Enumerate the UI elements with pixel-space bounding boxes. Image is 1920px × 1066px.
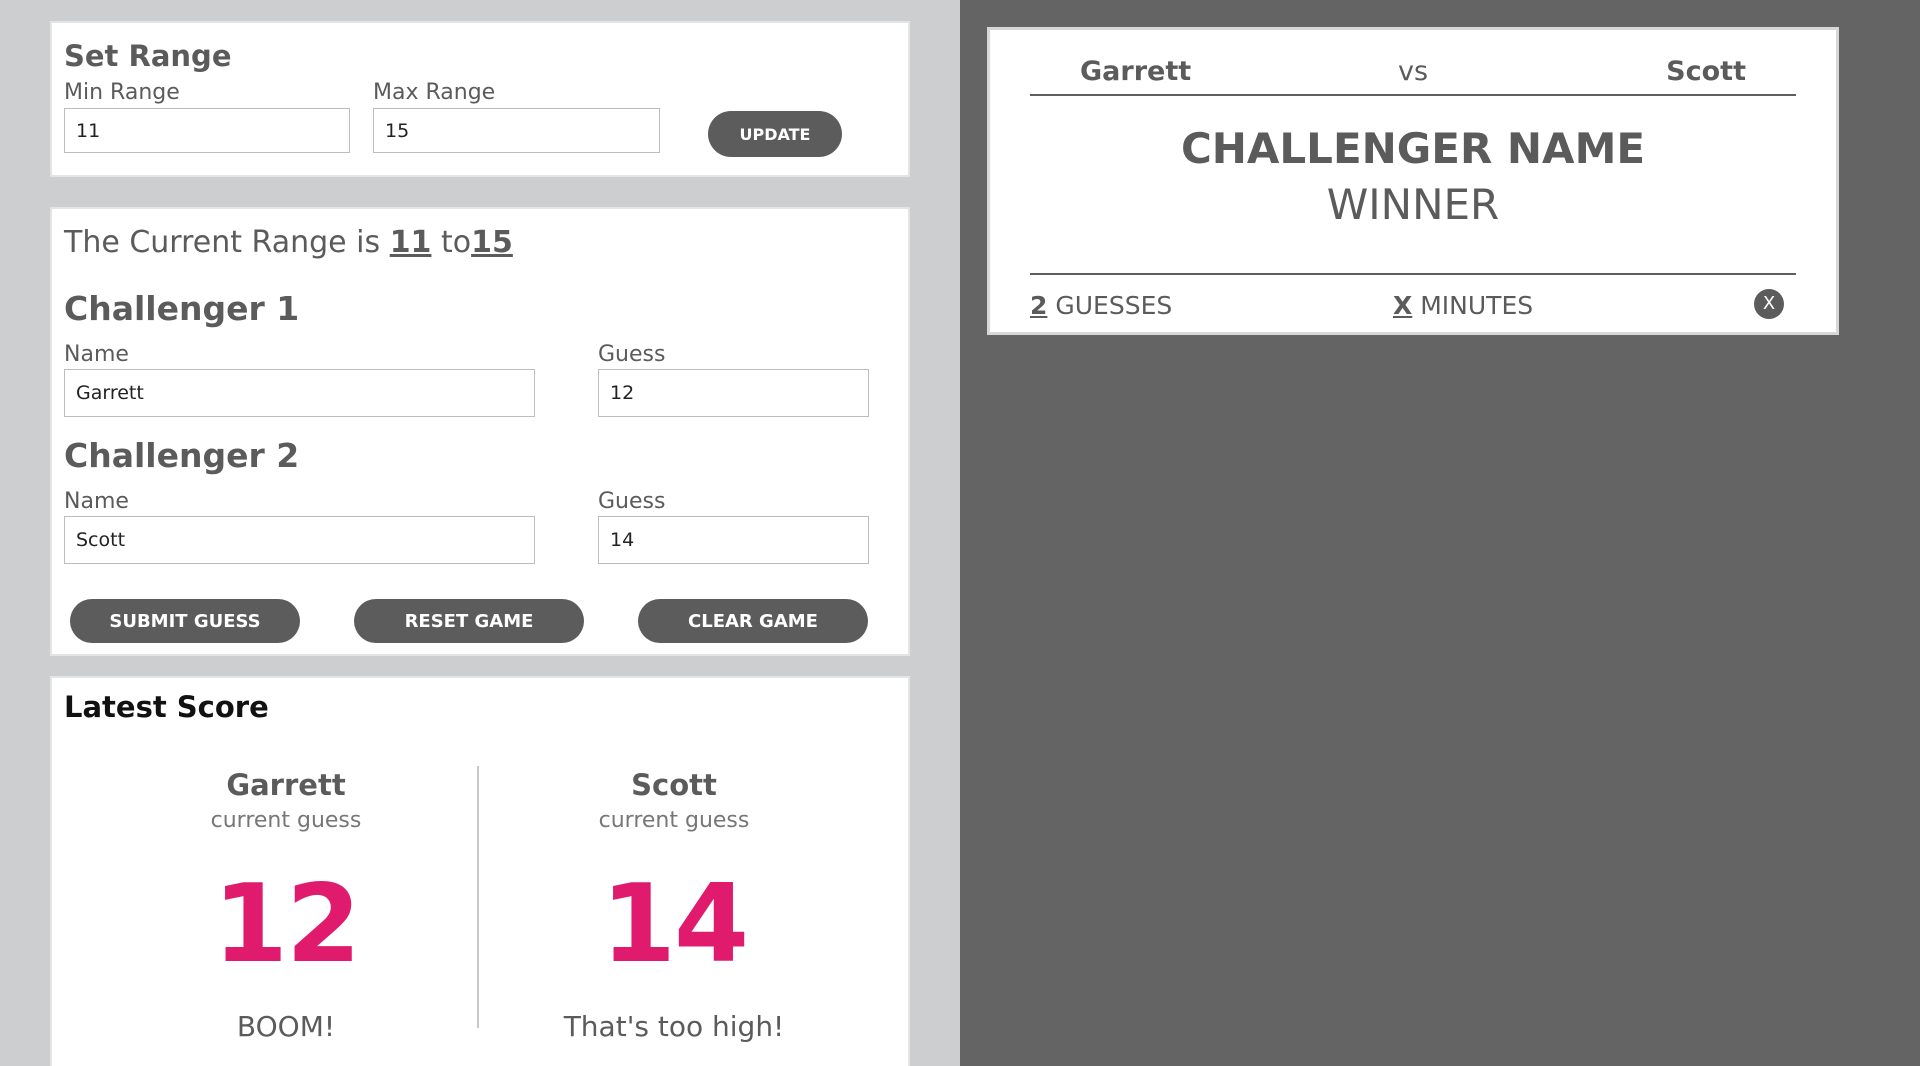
range-min-value: 11 [389,225,432,260]
challenger-1-name-label: Name [64,342,129,367]
min-range-label: Min Range [64,80,180,105]
winner-label: WINNER [1326,180,1500,229]
challenger-2-name-label: Name [64,489,129,514]
range-prefix: The Current Range is [64,225,381,260]
minutes-stat: X MINUTES [1393,291,1533,320]
challenger-1-guess-input[interactable] [598,369,869,417]
minutes-count: X [1393,291,1413,320]
max-range-label: Max Range [373,80,496,105]
winner-card: Garrett vs Scott CHALLENGER NAME WINNER … [987,27,1839,335]
winner-card-footer: 2 GUESSES X MINUTES X [1030,273,1796,320]
current-range-text: The Current Range is 11 to15 [64,225,513,260]
score-player-1-guess: 12 [212,862,361,987]
range-to: to [440,225,472,260]
score-player-1-name: Garrett [226,768,346,802]
set-range-panel: Set Range Min Range Max Range UPDATE [50,21,910,177]
challenger-2-name-input[interactable] [64,516,535,564]
score-player-2-feedback: That's too high! [563,1010,785,1043]
guesses-stat: 2 GUESSES [1030,291,1172,320]
score-player-1-feedback: BOOM! [236,1010,336,1043]
submit-guess-button[interactable]: SUBMIT GUESS [70,599,300,643]
close-icon[interactable]: X [1754,289,1784,319]
minutes-label: MINUTES [1420,291,1534,320]
min-range-input[interactable] [64,108,350,153]
latest-score-panel: Latest Score Garrett current guess 12 BO… [50,676,910,1066]
max-range-input[interactable] [373,108,660,153]
score-player-1: Garrett current guess 12 BOOM! [126,768,446,1044]
reset-game-button[interactable]: RESET GAME [354,599,584,643]
score-player-2: Scott current guess 14 That's too high! [514,768,834,1044]
score-player-2-sub: current guess [598,808,750,833]
challenger-1-name-input[interactable] [64,369,535,417]
game-panel: The Current Range is 11 to15 Challenger … [50,207,910,656]
challenger-2-heading: Challenger 2 [64,436,300,475]
score-divider [477,766,479,1028]
winner-card-player-2: Scott [1666,56,1746,87]
challenger-1-guess-label: Guess [598,342,666,367]
guesses-count: 2 [1030,291,1048,320]
challenger-2-guess-label: Guess [598,489,666,514]
left-column: Set Range Min Range Max Range UPDATE The… [0,0,960,1066]
update-button[interactable]: UPDATE [708,111,842,157]
challenger-2-guess-input[interactable] [598,516,869,564]
range-max-value: 15 [471,225,513,260]
score-player-2-guess: 14 [600,862,749,987]
latest-score-title: Latest Score [64,690,269,724]
clear-game-button[interactable]: CLEAR GAME [638,599,868,643]
winner-card-header: Garrett vs Scott [1030,50,1796,96]
score-player-1-sub: current guess [210,808,362,833]
winner-name: CHALLENGER NAME [1180,124,1646,173]
challenger-1-heading: Challenger 1 [64,289,300,328]
guesses-label: GUESSES [1055,291,1173,320]
set-range-title: Set Range [64,39,232,73]
score-player-2-name: Scott [631,768,717,802]
